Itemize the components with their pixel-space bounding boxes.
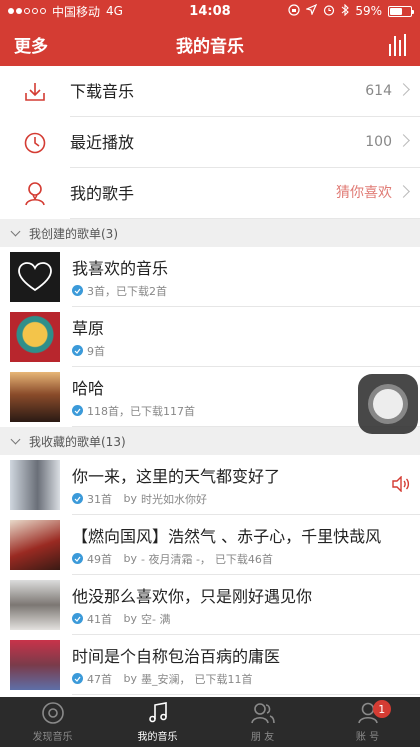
downloaded-check-icon <box>72 553 83 564</box>
tab-bar: 发现音乐 我的音乐 朋 友 账 号 1 <box>0 697 420 747</box>
playlist-cover <box>10 640 60 690</box>
collected-playlists-title: 我收藏的歌单(13) <box>29 434 126 449</box>
playlist-row[interactable]: 你一来，这里的天气都变好了 31首 by 时光如水你好 <box>0 455 420 515</box>
more-button[interactable]: 更多 <box>14 32 48 57</box>
playlist-title: 他没那么喜欢你，只是刚好遇见你 <box>72 586 313 606</box>
playlist-by: by <box>123 492 138 505</box>
playlist-cover <box>10 520 60 570</box>
downloaded-check-icon <box>72 345 83 356</box>
now-playing-icon[interactable] <box>389 34 406 56</box>
top-bar: 中国移动 4G 14:08 59% 更多 我的音乐 <box>0 0 420 66</box>
assistive-touch-button[interactable] <box>358 374 418 434</box>
clock-icon <box>0 131 70 155</box>
friends-icon <box>250 703 275 724</box>
discover-icon <box>41 702 64 724</box>
downloaded-check-icon <box>72 613 83 624</box>
status-bar: 中国移动 4G 14:08 59% <box>0 0 420 22</box>
tab-friends[interactable]: 朋 友 <box>210 697 315 747</box>
playlist-count: 49首 <box>87 552 112 566</box>
created-playlists-title: 我创建的歌单(3) <box>29 226 118 241</box>
speaker-icon[interactable] <box>392 475 410 496</box>
download-music-item[interactable]: 下载音乐 614 <box>0 66 420 117</box>
playlist-author: 墨_安澜， <box>141 672 191 686</box>
liked-music-cover <box>10 252 60 302</box>
playlist-by: by <box>123 612 138 625</box>
page-title: 我的音乐 <box>176 36 244 57</box>
chevron-down-icon <box>10 226 21 236</box>
battery-icon <box>388 5 414 17</box>
playlist-sub: 9首 <box>87 344 105 358</box>
tab-my-music[interactable]: 我的音乐 <box>105 697 210 747</box>
collected-playlists-header[interactable]: 我收藏的歌单(13) <box>0 427 420 455</box>
quick-list: 下载音乐 614 最近播放 100 我的歌手 猜你喜欢 我创建的歌单(3) 我喜… <box>0 66 420 695</box>
playlist-row[interactable]: 草原 9首 <box>0 307 420 367</box>
playlist-title: 你一来，这里的天气都变好了 <box>72 466 281 486</box>
playlist-row[interactable]: 哈哈 118首，已下载117首 <box>0 367 420 427</box>
playlist-title: 我喜欢的音乐 <box>72 258 169 278</box>
playlist-cover <box>10 580 60 630</box>
recent-play-item[interactable]: 最近播放 100 <box>0 117 420 168</box>
playlist-row[interactable]: 我喜欢的音乐 3首，已下载2首 <box>0 247 420 307</box>
download-count: 614 <box>365 83 392 99</box>
playlist-count: 47首 <box>87 672 112 686</box>
playlist-cover <box>10 460 60 510</box>
guess-you-like-link[interactable]: 猜你喜欢 <box>336 168 392 219</box>
haha-cover <box>10 372 60 422</box>
playlist-title: 时间是个自称包治百病的庸医 <box>72 646 281 666</box>
tab-my-music-label: 我的音乐 <box>137 732 178 743</box>
grassland-cover <box>10 312 60 362</box>
my-singers-item[interactable]: 我的歌手 猜你喜欢 <box>0 168 420 219</box>
tab-friends-label: 朋 友 <box>250 732 275 743</box>
tab-discover[interactable]: 发现音乐 <box>0 697 105 747</box>
notification-badge: 1 <box>372 700 391 718</box>
playlist-count: 31首 <box>87 492 112 506</box>
person-icon <box>0 181 70 207</box>
playlist-count: 41首 <box>87 612 112 626</box>
playlist-row[interactable]: 他没那么喜欢你，只是刚好遇见你 41首 by 空- 满 <box>0 575 420 635</box>
created-playlists-header[interactable]: 我创建的歌单(3) <box>0 219 420 247</box>
playlist-sub: 3首，已下载2首 <box>87 284 167 298</box>
music-note-icon <box>148 702 167 723</box>
tab-account-label: 账 号 <box>355 732 380 743</box>
downloaded-check-icon <box>72 493 83 504</box>
playlist-author: 空- 满 <box>141 612 171 626</box>
playlist-by: by <box>123 552 138 565</box>
playlist-title: 【燃向国风】浩然气 、赤子心，千里快哉风 <box>72 526 382 546</box>
clock: 14:08 <box>189 3 231 19</box>
playlist-sub: 118首，已下载117首 <box>87 404 195 418</box>
playlist-downloaded: 已下载46首 <box>214 552 273 566</box>
downloaded-check-icon <box>72 285 83 296</box>
playlist-author: - 夜月清霜 -， <box>141 552 211 566</box>
playlist-title: 草原 <box>72 318 105 338</box>
playlist-row[interactable]: 【燃向国风】浩然气 、赤子心，千里快哉风 49首 by - 夜月清霜 -， 已下载4… <box>0 515 420 575</box>
playlist-row[interactable]: 时间是个自称包治百病的庸医 47首 by 墨_安澜， 已下载11首 <box>0 635 420 695</box>
chevron-down-icon <box>10 434 21 444</box>
download-icon <box>0 81 70 103</box>
playlist-by: by <box>123 672 138 685</box>
playlist-downloaded: 已下载11首 <box>194 672 253 686</box>
downloaded-check-icon <box>72 673 83 684</box>
tab-account[interactable]: 账 号 1 <box>315 697 420 747</box>
tab-discover-label: 发现音乐 <box>32 732 73 743</box>
playlist-author: 时光如水你好 <box>141 492 207 506</box>
playlist-title: 哈哈 <box>72 378 105 398</box>
downloaded-check-icon <box>72 405 83 416</box>
nav-bar: 更多 我的音乐 <box>0 22 420 66</box>
recent-play-count: 100 <box>365 134 392 150</box>
